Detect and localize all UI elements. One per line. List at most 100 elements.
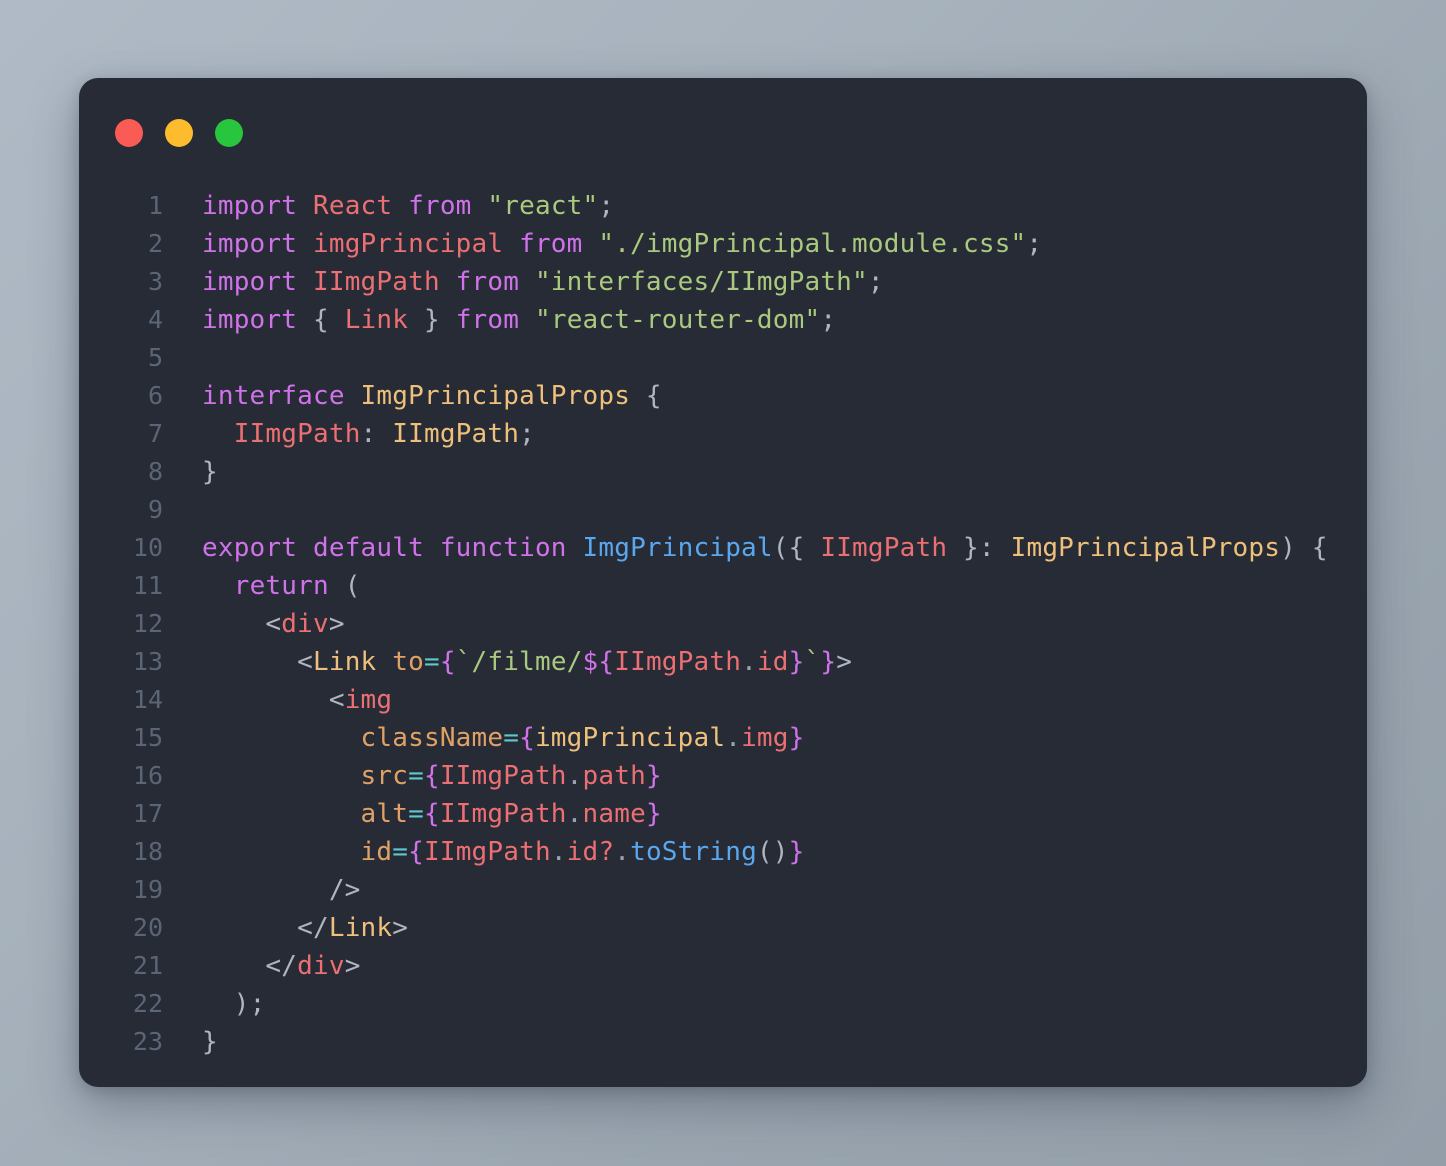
code-content[interactable]: alt={IImgPath.name} — [163, 795, 1367, 833]
code-content[interactable]: import IImgPath from "interfaces/IImgPat… — [163, 263, 1367, 301]
token-brace: { — [423, 799, 440, 829]
token-punctuation: ; — [820, 305, 837, 335]
code-line: 9 — [101, 491, 1367, 529]
maximize-button-icon[interactable] — [215, 119, 243, 147]
token-tag-name: img — [344, 685, 393, 715]
line-number: 17 — [132, 799, 163, 828]
code-line: 21 </div> — [101, 947, 1367, 985]
token-tag-name: Link — [312, 647, 377, 677]
token-punctuation: ; — [867, 267, 884, 297]
minimize-button-icon[interactable] — [165, 119, 193, 147]
token-keyword: interface — [202, 381, 345, 411]
line-number: 11 — [132, 571, 163, 600]
token-punctuation: } — [423, 305, 440, 335]
token-tag-name: Link — [328, 913, 393, 943]
code-content[interactable]: interface ImgPrincipalProps { — [163, 377, 1367, 415]
screenshot-stage: 1 import React from "react"; 2 import im… — [0, 0, 1446, 1166]
code-content[interactable]: return ( — [163, 567, 1367, 605]
token-dot: . — [566, 799, 583, 829]
code-line: 3 import IImgPath from "interfaces/IImgP… — [101, 263, 1367, 301]
code-line: 14 <img — [101, 681, 1367, 719]
token-punctuation: }: — [963, 533, 995, 563]
code-content[interactable]: </div> — [163, 947, 1367, 985]
token-type: ImgPrincipalProps — [1010, 533, 1281, 563]
code-content[interactable]: import React from "react"; — [163, 187, 1367, 225]
token-string: "react" — [487, 191, 599, 221]
token-string: "./imgPrincipal.module.css" — [598, 229, 1027, 259]
code-content[interactable]: <div> — [163, 605, 1367, 643]
code-content[interactable]: export default function ImgPrincipal({ I… — [163, 529, 1367, 567]
code-line: 18 id={IImgPath.id?.toString()} — [101, 833, 1367, 871]
code-content[interactable]: /> — [163, 871, 1367, 909]
line-number: 9 — [147, 495, 163, 524]
token-property: id — [756, 647, 789, 677]
token-brace: { — [519, 723, 535, 753]
token-keyword: function — [439, 533, 567, 563]
token-string: "react-router-dom" — [534, 305, 821, 335]
code-line: 23 } — [101, 1023, 1367, 1061]
code-line: 10 export default function ImgPrincipal(… — [101, 529, 1367, 567]
code-line: 19 /> — [101, 871, 1367, 909]
token-punctuation: /> — [328, 875, 361, 905]
close-button-icon[interactable] — [115, 119, 143, 147]
token-punctuation: { — [1311, 533, 1328, 563]
code-content[interactable]: import imgPrincipal from "./imgPrincipal… — [163, 225, 1367, 263]
code-line: 13 <Link to={`/filme/${IImgPath.id}`}> — [101, 643, 1367, 681]
code-content[interactable]: import { Link } from "react-router-dom"; — [163, 301, 1367, 339]
token-brace: { — [423, 761, 440, 791]
token-punctuation: ) — [1280, 533, 1296, 563]
code-content[interactable]: IImgPath: IImgPath; — [163, 415, 1367, 453]
token-identifier: IImgPath — [233, 419, 361, 449]
code-content[interactable]: </Link> — [163, 909, 1367, 947]
token-punctuation: : — [360, 419, 377, 449]
token-brace: } — [645, 761, 662, 791]
code-content[interactable]: <Link to={`/filme/${IImgPath.id}`}> — [163, 643, 1367, 681]
token-identifier: IImgPath — [423, 837, 551, 867]
token-identifier: IImgPath — [439, 761, 567, 791]
code-line: 20 </Link> — [101, 909, 1367, 947]
token-punctuation: </ — [265, 951, 298, 981]
token-punctuation: { — [312, 305, 329, 335]
token-punctuation: > — [328, 609, 345, 639]
token-property: name — [582, 799, 646, 829]
token-operator: = — [408, 761, 424, 791]
token-identifier: IImgPath — [820, 533, 948, 563]
token-operator: = — [408, 799, 424, 829]
line-number: 8 — [147, 457, 163, 486]
token-string: ` — [804, 647, 821, 677]
code-content[interactable]: <img — [163, 681, 1367, 719]
token-identifier: IImgPath — [312, 267, 440, 297]
code-content[interactable]: } — [163, 1023, 1367, 1061]
code-editor[interactable]: 1 import React from "react"; 2 import im… — [79, 184, 1367, 1087]
token-keyword: default — [312, 533, 424, 563]
token-punctuation: </ — [297, 913, 329, 943]
token-brace: { — [439, 647, 456, 677]
code-line: 6 interface ImgPrincipalProps { — [101, 377, 1367, 415]
code-content[interactable]: id={IImgPath.id?.toString()} — [163, 833, 1367, 871]
token-punctuation: > — [836, 647, 853, 677]
code-line: 16 src={IImgPath.path} — [101, 757, 1367, 795]
code-content[interactable]: src={IImgPath.path} — [163, 757, 1367, 795]
code-content[interactable]: ); — [163, 985, 1367, 1023]
code-line: 5 — [101, 339, 1367, 377]
line-number: 18 — [132, 837, 163, 866]
code-content[interactable]: className={imgPrincipal.img} — [163, 719, 1367, 757]
line-number: 16 — [132, 761, 163, 790]
token-keyword: from — [519, 229, 583, 259]
line-number: 13 — [132, 647, 163, 676]
line-number: 4 — [147, 305, 163, 334]
line-number: 12 — [132, 609, 163, 638]
code-line: 15 className={imgPrincipal.img} — [101, 719, 1367, 757]
token-keyword: import — [202, 305, 298, 335]
token-brace: } — [788, 837, 805, 867]
token-brace: } — [788, 723, 805, 753]
code-content[interactable]: } — [163, 453, 1367, 491]
token-attribute: className — [360, 723, 504, 753]
code-line: 4 import { Link } from "react-router-dom… — [101, 301, 1367, 339]
token-keyword: export — [202, 533, 298, 563]
token-tag-name: div — [297, 951, 345, 981]
token-brace: } — [820, 647, 837, 677]
token-punctuation: > — [392, 913, 409, 943]
token-identifier: React — [312, 191, 393, 221]
token-dot: . — [614, 837, 631, 867]
